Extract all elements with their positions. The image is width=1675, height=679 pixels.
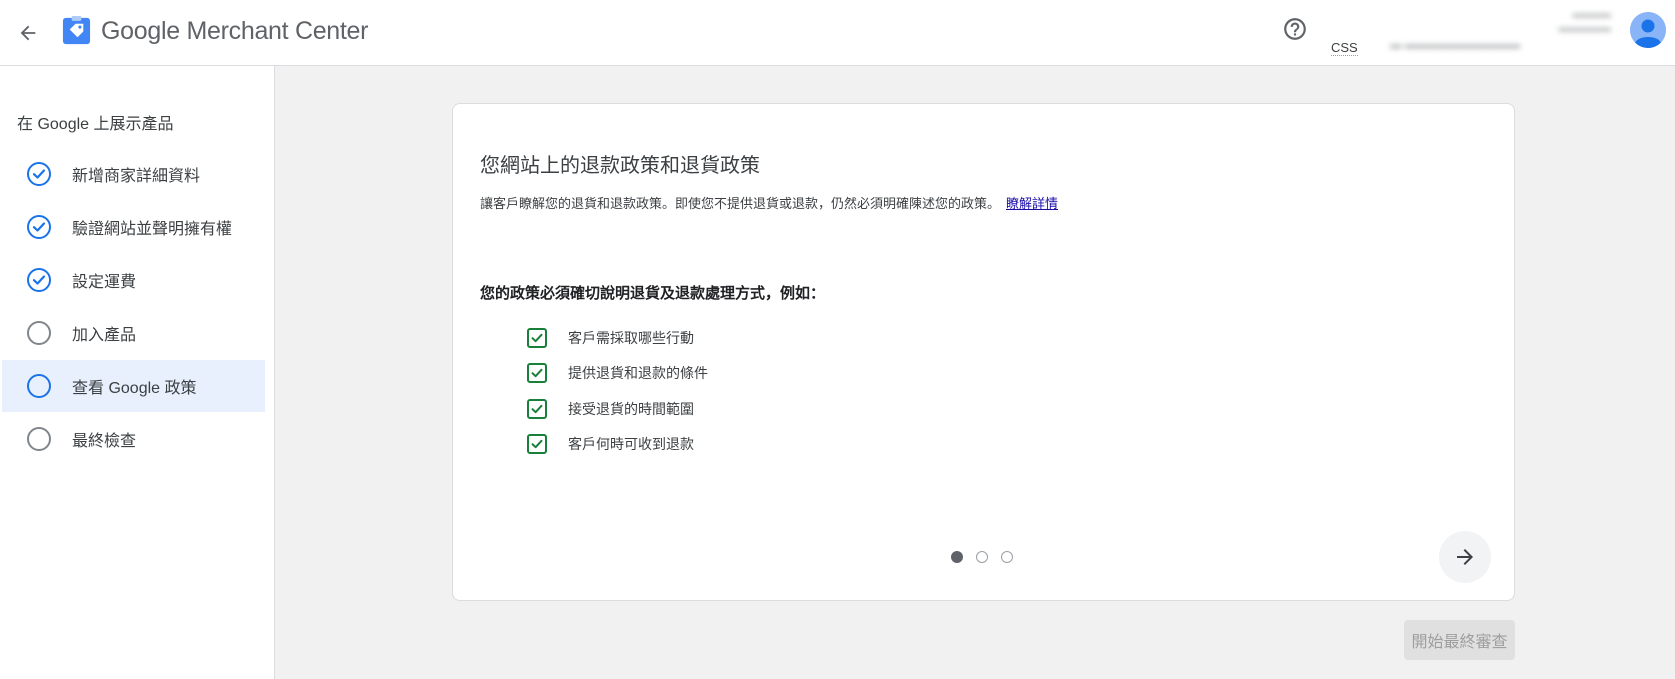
step-add-products[interactable]: 加入產品 bbox=[2, 307, 265, 359]
merchant-center-logo-icon bbox=[62, 15, 91, 45]
step-verify-website[interactable]: 驗證網站並聲明擁有權 bbox=[2, 201, 265, 253]
product-name: Google Merchant Center bbox=[101, 15, 368, 47]
step-label: 驗證網站並聲明擁有權 bbox=[72, 221, 233, 238]
next-button[interactable] bbox=[1439, 531, 1491, 583]
check-box-icon bbox=[527, 327, 547, 348]
description-text: 讓客戶瞭解您的退貨和退款政策。即使您不提供退貨或退款，仍然必須明確陳述您的政策。 bbox=[480, 196, 1001, 211]
help-button[interactable] bbox=[1281, 15, 1309, 43]
list-item-text: 客戶需採取哪些行動 bbox=[568, 329, 694, 346]
css-label[interactable]: CSS bbox=[1331, 40, 1358, 56]
list-item: 客戶需採取哪些行動 bbox=[527, 320, 708, 356]
account-detail: ••• •••••••••••••••••••••••••••••• bbox=[1390, 41, 1521, 53]
empty-circle-icon bbox=[27, 374, 51, 398]
step-label: 查看 Google 政策 bbox=[72, 380, 197, 397]
list-item: 接受退貨的時間範圍 bbox=[527, 391, 708, 427]
brand-product: Merchant Center bbox=[186, 17, 369, 45]
learn-more-link[interactable]: 瞭解詳情 bbox=[1006, 196, 1058, 211]
pagination-dots bbox=[951, 551, 1013, 563]
back-button[interactable] bbox=[10, 15, 46, 51]
list-item: 提供退貨和退款的條件 bbox=[527, 356, 708, 392]
check-circle-icon bbox=[27, 215, 51, 239]
page-dot-2[interactable] bbox=[976, 551, 988, 563]
step-label: 加入產品 bbox=[72, 327, 137, 344]
list-item-text: 接受退貨的時間範圍 bbox=[568, 400, 694, 417]
account-name: ••••••••••• bbox=[1572, 11, 1611, 22]
sidebar-heading: 在 Google 上展示產品 bbox=[17, 116, 174, 133]
account-circle-icon bbox=[1630, 12, 1666, 48]
policy-card: 您網站上的退款政策和退貨政策 讓客戶瞭解您的退貨和退款政策。即使您不提供退貨或退… bbox=[452, 103, 1515, 601]
check-circle-icon bbox=[27, 268, 51, 292]
start-final-review-button[interactable]: 開始最終審查 bbox=[1404, 620, 1515, 660]
page-dot-3[interactable] bbox=[1001, 551, 1013, 563]
check-box-icon bbox=[527, 434, 547, 455]
step-shipping[interactable]: 設定運費 bbox=[2, 254, 265, 306]
step-google-policies[interactable]: 查看 Google 政策 bbox=[2, 360, 265, 412]
help-icon bbox=[1284, 18, 1306, 40]
arrow-forward-icon bbox=[1457, 549, 1473, 565]
card-title: 您網站上的退款政策和退貨政策 bbox=[480, 155, 760, 177]
step-final-review[interactable]: 最終檢查 bbox=[2, 413, 265, 465]
step-label: 設定運費 bbox=[72, 274, 137, 291]
check-box-icon bbox=[527, 398, 547, 419]
brand-google: Google bbox=[101, 17, 180, 45]
card-description: 讓客戶瞭解您的退貨和退款政策。即使您不提供退貨或退款，仍然必須明確陳述您的政策。… bbox=[480, 193, 1058, 212]
check-box-icon bbox=[527, 363, 547, 384]
step-label: 新增商家詳細資料 bbox=[72, 168, 201, 185]
empty-circle-icon bbox=[27, 321, 51, 345]
page-dot-1[interactable] bbox=[951, 551, 963, 563]
avatar[interactable] bbox=[1630, 12, 1666, 48]
step-label: 最終檢查 bbox=[72, 433, 137, 450]
step-business-details[interactable]: 新增商家詳細資料 bbox=[2, 148, 265, 200]
account-info[interactable]: ••••••••••• ••••••••••••••• bbox=[1558, 10, 1611, 38]
arrow-back-icon bbox=[20, 25, 36, 41]
requirements-list: 客戶需採取哪些行動 提供退貨和退款的條件 接受退貨的時間範圍 客戶何時可收到退款 bbox=[527, 320, 708, 462]
account-email: ••••••••••••••• bbox=[1558, 25, 1611, 36]
setup-steps-sidebar: 在 Google 上展示產品 新增商家詳細資料 驗證網站並聲明擁有權 設定運費 … bbox=[0, 66, 275, 679]
top-app-bar: Google Merchant Center ••••••••••• •••••… bbox=[0, 0, 1675, 66]
check-circle-icon bbox=[27, 162, 51, 186]
policy-requirements-heading: 您的政策必須確切說明退貨及退款處理方式，例如： bbox=[480, 285, 826, 302]
list-item-text: 客戶何時可收到退款 bbox=[568, 436, 694, 453]
list-item-text: 提供退貨和退款的條件 bbox=[568, 365, 708, 382]
list-item: 客戶何時可收到退款 bbox=[527, 427, 708, 463]
empty-circle-icon bbox=[27, 427, 51, 451]
